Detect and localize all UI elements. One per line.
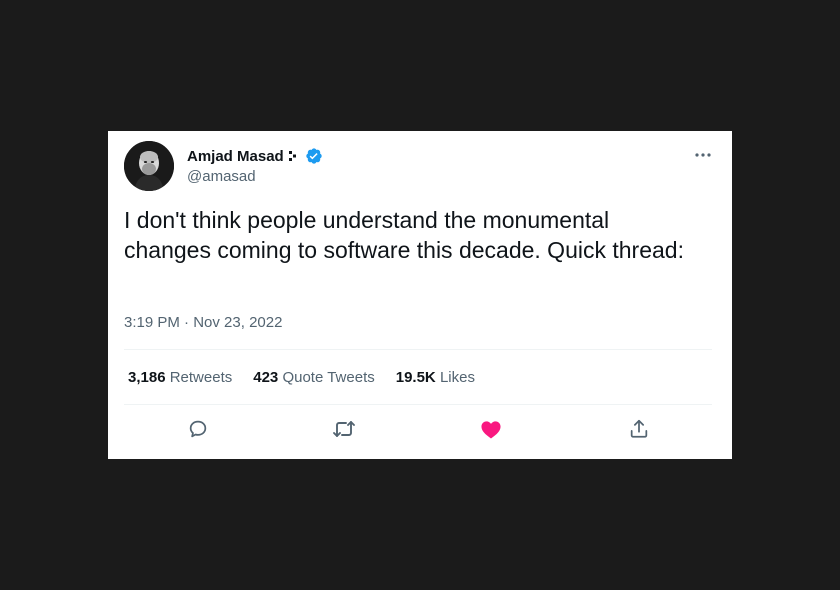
quote-tweets-label: Quote Tweets bbox=[282, 369, 375, 386]
divider-top bbox=[124, 349, 712, 350]
share-icon bbox=[630, 419, 648, 438]
more-options-icon bbox=[695, 153, 711, 157]
retweet-button[interactable] bbox=[332, 417, 356, 441]
quote-tweets-count: 423 bbox=[253, 369, 279, 386]
heart-icon bbox=[481, 421, 501, 439]
tweet-card: Amjad Masad @amasad I don't think people… bbox=[108, 131, 732, 459]
author-name[interactable]: Amjad Masad bbox=[187, 148, 284, 165]
reply-icon bbox=[189, 420, 207, 438]
retweets-count: 3,186 bbox=[128, 369, 166, 386]
reply-button[interactable] bbox=[186, 417, 210, 441]
retweets-stat[interactable]: 3,186 Retweets bbox=[128, 369, 232, 386]
quote-tweets-stat[interactable]: 423 Quote Tweets bbox=[253, 369, 374, 386]
retweets-label: Retweets bbox=[169, 369, 233, 386]
tweet-text: I don't think people understand the monu… bbox=[124, 207, 684, 263]
avatar[interactable] bbox=[124, 141, 174, 191]
likes-count: 19.5K bbox=[395, 369, 436, 386]
engagement-stats: 3,186 Retweets 423 Quote Tweets 19.5K Li… bbox=[128, 369, 496, 386]
author-handle[interactable]: @amasad bbox=[187, 168, 256, 185]
likes-stat[interactable]: 19.5K Likes bbox=[396, 369, 475, 386]
likes-label: Likes bbox=[439, 369, 475, 386]
verified-badge-icon bbox=[305, 147, 323, 165]
avatar-portrait-icon bbox=[124, 141, 174, 191]
tweet-timestamp: 3:19 PM · Nov 23, 2022 bbox=[124, 314, 282, 331]
tweet-time[interactable]: 3:19 PM bbox=[124, 314, 180, 331]
replit-logo-icon bbox=[288, 150, 301, 162]
divider-bottom bbox=[124, 404, 712, 405]
tweet-date[interactable]: Nov 23, 2022 bbox=[193, 314, 282, 331]
like-button[interactable] bbox=[479, 417, 503, 441]
retweet-icon bbox=[333, 421, 355, 437]
share-button[interactable] bbox=[627, 417, 651, 441]
more-options-button[interactable] bbox=[690, 145, 716, 165]
author-name-row: Amjad Masad bbox=[187, 146, 323, 166]
meta-separator: · bbox=[184, 314, 190, 331]
